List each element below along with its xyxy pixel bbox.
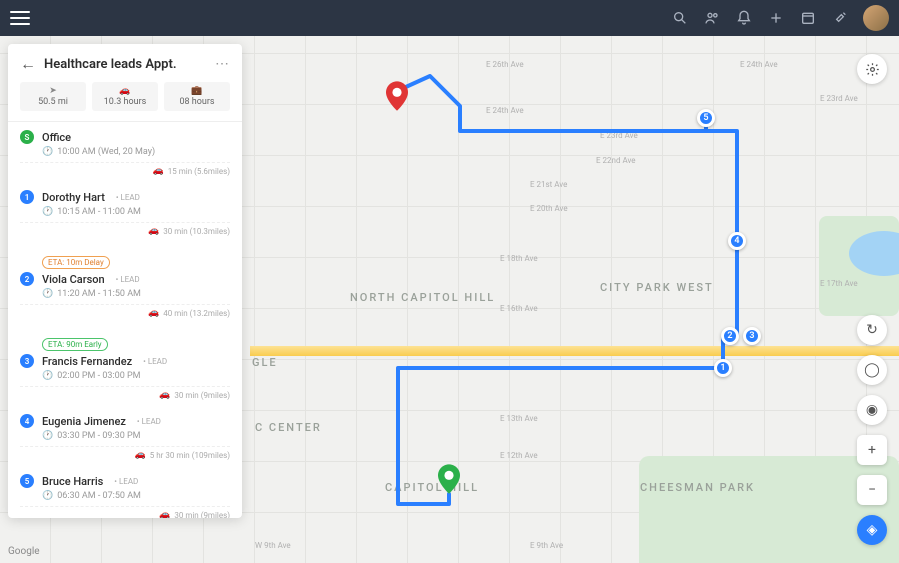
- bell-icon[interactable]: [735, 9, 753, 27]
- travel-time: 30 min (9miles): [174, 511, 230, 519]
- stops-list: S Office 🕐 10:00 AM (Wed, 20 May) 🚗 15 min (5…: [8, 122, 242, 518]
- stop-time: 06:30 AM - 07:50 AM: [57, 491, 141, 501]
- eta-badge: ETA: 90m Early: [42, 338, 108, 351]
- travel-time: 30 min (9miles): [174, 391, 230, 400]
- stop-item[interactable]: ETA: 90m Early 3 Francis Fernandez • LEAD 🕐 0…: [8, 324, 242, 406]
- stop-item[interactable]: 5 Bruce Harris • LEAD 🕐 06:30 AM - 07:50 AM 🚗…: [8, 466, 242, 518]
- clock-icon: 🕐: [42, 491, 53, 501]
- map-stop-marker[interactable]: 4: [728, 232, 746, 250]
- travel-time: 15 min (5.6miles): [168, 167, 230, 176]
- tools-icon[interactable]: [831, 9, 849, 27]
- back-button[interactable]: ←: [20, 54, 36, 74]
- stop-time: 10:15 AM - 11:00 AM: [57, 207, 141, 217]
- map-stop-marker[interactable]: 2: [721, 327, 739, 345]
- zoom-in-button[interactable]: +: [857, 435, 887, 465]
- stop-number: 1: [20, 190, 34, 204]
- clock-icon: 🕐: [42, 289, 53, 299]
- menu-icon[interactable]: [10, 11, 30, 25]
- map-stop-marker[interactable]: 3: [743, 327, 761, 345]
- stop-number: S: [20, 130, 34, 144]
- map-controls-top: [857, 54, 887, 84]
- stop-time: 02:00 PM - 03:00 PM: [57, 371, 140, 381]
- map-stop-marker[interactable]: 1: [714, 359, 732, 377]
- car-icon: 🚗: [119, 86, 130, 96]
- locate-icon[interactable]: ◉: [857, 395, 887, 425]
- stop-name: Bruce Harris: [42, 475, 103, 488]
- car-icon: 🚗: [148, 226, 159, 236]
- stop-time: 03:30 PM - 09:30 PM: [57, 431, 140, 441]
- stop-start[interactable]: S Office 🕐 10:00 AM (Wed, 20 May) 🚗 15 min (5…: [8, 122, 242, 182]
- map-attribution: Google: [8, 546, 40, 557]
- stop-item[interactable]: 4 Eugenia Jimenez • LEAD 🕐 03:30 PM - 09:30 …: [8, 406, 242, 466]
- stop-number: 5: [20, 474, 34, 488]
- lasso-icon[interactable]: ◯: [857, 355, 887, 385]
- briefcase-icon: 💼: [191, 86, 202, 96]
- plus-icon[interactable]: [767, 9, 785, 27]
- stop-tag: • LEAD: [116, 275, 140, 284]
- travel-time: 5 hr 30 min (109miles): [150, 451, 230, 460]
- users-icon[interactable]: [703, 9, 721, 27]
- car-icon: 🚗: [148, 308, 159, 318]
- stop-time: 11:20 AM - 11:50 AM: [57, 289, 141, 299]
- car-icon: 🚗: [159, 510, 170, 518]
- zoom-out-button[interactable]: −: [857, 475, 887, 505]
- stop-number: 3: [20, 354, 34, 368]
- navigation-icon: ➤: [49, 86, 57, 96]
- calendar-icon[interactable]: [799, 9, 817, 27]
- more-icon[interactable]: ⋯: [215, 56, 230, 72]
- stop-name: Francis Fernandez: [42, 355, 132, 368]
- stop-name: Viola Carson: [42, 273, 105, 286]
- settings-icon[interactable]: [857, 54, 887, 84]
- map-controls-bottom: ↻ ◯ ◉ + − ◈: [857, 315, 887, 545]
- avatar[interactable]: [863, 5, 889, 31]
- stop-item[interactable]: ETA: 10m Delay 2 Viola Carson • LEAD 🕐 11:20 …: [8, 242, 242, 324]
- clock-icon: 🕐: [42, 207, 53, 217]
- clock-icon: 🕐: [42, 371, 53, 381]
- stop-tag: • LEAD: [116, 193, 140, 202]
- panel-summary: ➤50.5 mi 🚗10.3 hours 💼08 hours: [8, 82, 242, 122]
- car-icon: 🚗: [159, 390, 170, 400]
- start-pin[interactable]: [386, 81, 408, 111]
- end-pin[interactable]: [438, 464, 460, 494]
- summary-work: 💼08 hours: [164, 82, 230, 111]
- car-icon: 🚗: [153, 166, 164, 176]
- topbar: [0, 0, 899, 36]
- stop-tag: • LEAD: [114, 477, 138, 486]
- panel-title: Healthcare leads Appt.: [44, 57, 207, 72]
- eta-badge: ETA: 10m Delay: [42, 256, 110, 269]
- stop-number: 4: [20, 414, 34, 428]
- car-icon: 🚗: [135, 450, 146, 460]
- stop-tag: • LEAD: [137, 417, 161, 426]
- travel-time: 40 min (13.2miles): [163, 309, 230, 318]
- stop-name: Dorothy Hart: [42, 191, 105, 204]
- stop-tag: • LEAD: [143, 357, 167, 366]
- stop-name: Eugenia Jimenez: [42, 415, 126, 428]
- stop-number: 2: [20, 272, 34, 286]
- route-panel: ← Healthcare leads Appt. ⋯ ➤50.5 mi 🚗10.…: [8, 44, 242, 518]
- clock-icon: 🕐: [42, 431, 53, 441]
- layers-icon[interactable]: ◈: [857, 515, 887, 545]
- map-stop-marker[interactable]: 5: [697, 109, 715, 127]
- search-icon[interactable]: [671, 9, 689, 27]
- stop-name: Office: [42, 131, 71, 144]
- travel-time: 30 min (10.3miles): [163, 227, 230, 236]
- stop-time: 10:00 AM (Wed, 20 May): [57, 147, 155, 157]
- summary-duration: 🚗10.3 hours: [92, 82, 158, 111]
- refresh-icon[interactable]: ↻: [857, 315, 887, 345]
- clock-icon: 🕐: [42, 147, 53, 157]
- stop-item[interactable]: 1 Dorothy Hart • LEAD 🕐 10:15 AM - 11:00 AM 🚗…: [8, 182, 242, 242]
- summary-distance: ➤50.5 mi: [20, 82, 86, 111]
